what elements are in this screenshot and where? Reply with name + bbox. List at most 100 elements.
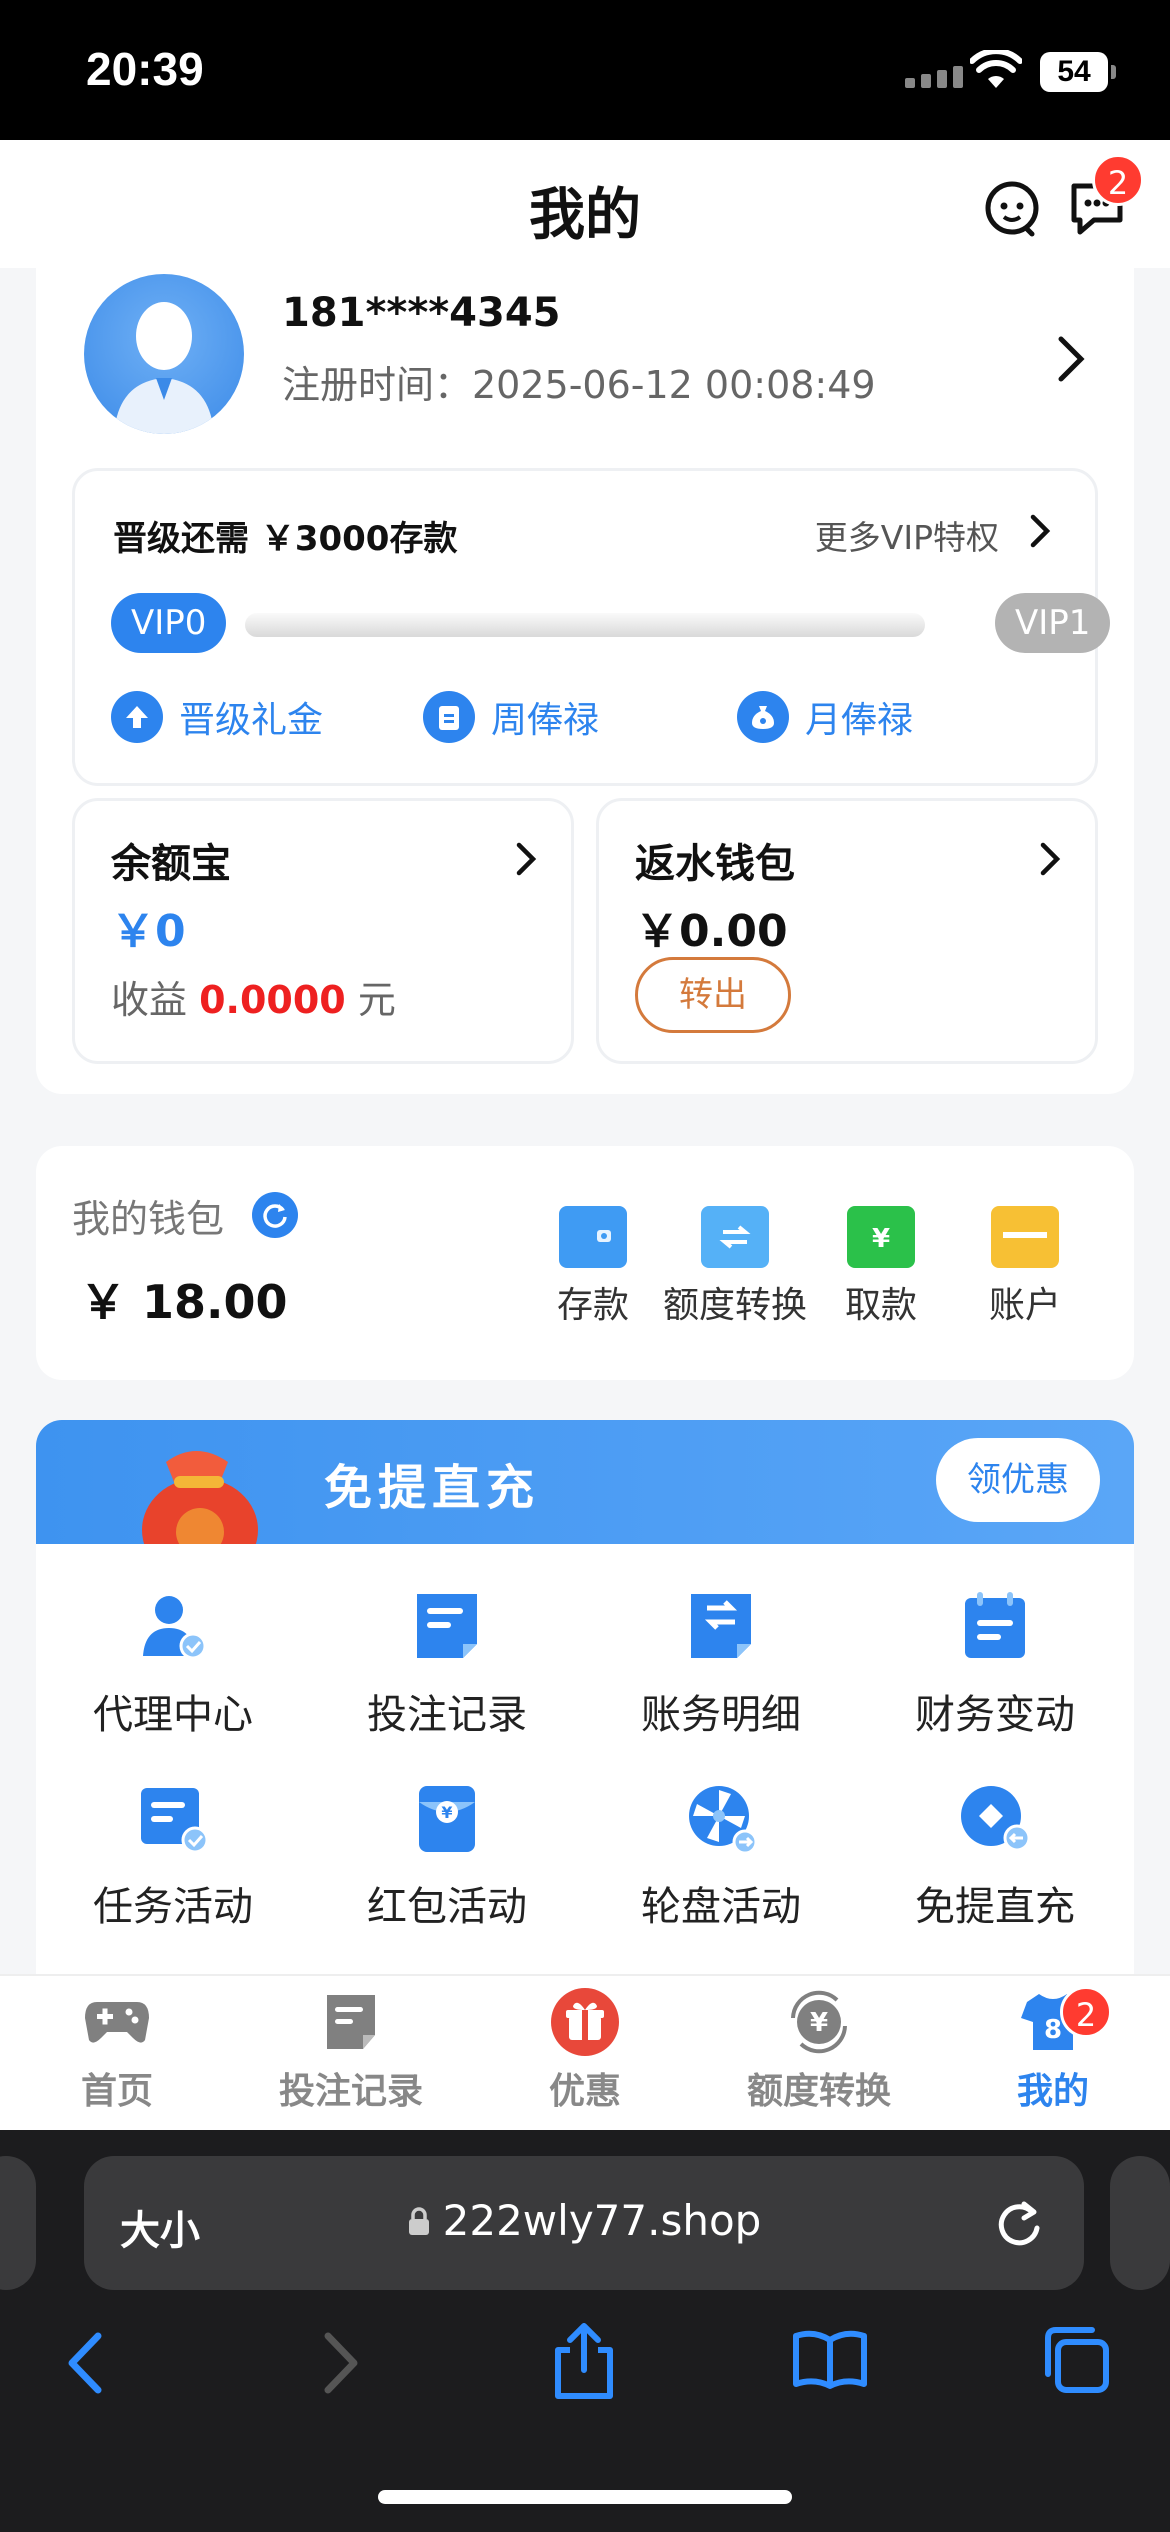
currency-exchange-icon: ¥ [783, 1988, 855, 2056]
grid-label: 财务变动 [915, 1692, 1075, 1738]
rebate-amount: ￥0.00 [635, 906, 788, 957]
customer-service-icon[interactable] [980, 176, 1044, 240]
vip-benefit-weekly[interactable]: 周俸禄 [423, 691, 599, 743]
svg-text:¥: ¥ [441, 1803, 452, 1822]
earnings-value: 0.0000 [199, 978, 346, 1022]
grid-item-agent-center[interactable]: 代理中心 [36, 1584, 310, 1740]
earnings-unit: 元 [357, 978, 396, 1022]
rebate-title: 返水钱包 [635, 841, 795, 887]
tab-transfer[interactable]: ¥ 额度转换 [702, 1988, 936, 2114]
previous-tab-peek[interactable] [0, 2156, 36, 2290]
chevron-right-icon[interactable] [1029, 513, 1051, 549]
yuebao-earnings: 收益 0.0000 元 [111, 969, 396, 1024]
wallet-icon [559, 1206, 627, 1268]
refresh-icon[interactable] [252, 1192, 298, 1238]
vip-more-privileges-link[interactable]: 更多VIP特权 [815, 511, 999, 559]
grid-item-red-packet[interactable]: ¥ 红包活动 [310, 1776, 584, 1932]
grid-item-wheel[interactable]: 轮盘活动 [584, 1776, 858, 1932]
tab-badge: 2 [1060, 1986, 1112, 2038]
deposit-button[interactable]: 存款 [518, 1206, 668, 1328]
back-icon[interactable] [64, 2330, 108, 2396]
exchange-icon [701, 1206, 769, 1268]
benefit-label: 月俸禄 [805, 700, 914, 741]
chevron-right-icon[interactable] [1056, 334, 1086, 384]
recharge-icon [953, 1776, 1037, 1860]
yen-icon: ¥ [847, 1206, 915, 1268]
lucky-bag-icon [142, 1451, 258, 1544]
url-label: 222wly77.shop [442, 2196, 762, 2245]
grid-item-free-recharge[interactable]: 免提直充 [858, 1776, 1132, 1932]
wheel-icon [679, 1776, 763, 1860]
avatar[interactable] [84, 274, 244, 434]
tab-mine[interactable]: 8 我的 [936, 1988, 1170, 2114]
tab-label: 首页 [80, 2071, 153, 2112]
vip-benefit-upgrade-gift[interactable]: 晋级礼金 [111, 691, 323, 743]
task-icon [131, 1776, 215, 1860]
action-label: 存款 [556, 1285, 629, 1326]
tab-home[interactable]: 首页 [0, 1988, 234, 2114]
red-packet-icon: ¥ [405, 1776, 489, 1860]
tab-label: 我的 [1016, 2071, 1089, 2112]
document-icon [405, 1584, 489, 1668]
browser-toolbar: 大小 222wly77.shop [0, 2130, 1170, 2532]
feature-grid: 代理中心 投注记录 账务明细 财务变动 任务活动 ¥ 红包活动 轮盘活动 免提直… [36, 1544, 1134, 1984]
reload-icon[interactable] [994, 2196, 1044, 2250]
grid-item-task-activity[interactable]: 任务活动 [36, 1776, 310, 1932]
address-bar[interactable]: 大小 222wly77.shop [84, 2156, 1084, 2290]
account-button[interactable]: 账户 [950, 1206, 1100, 1328]
battery-icon: 54 [1040, 52, 1116, 92]
bottom-tab-bar: 首页 投注记录 优惠 ¥ 额度转换 8 我的 2 [0, 1974, 1170, 2130]
grid-item-finance-changes[interactable]: 财务变动 [858, 1584, 1132, 1740]
vip-benefit-monthly[interactable]: 月俸禄 [737, 691, 913, 743]
promo-banner[interactable]: 免提直充 领优惠 [36, 1420, 1134, 1544]
wifi-icon [970, 50, 1022, 88]
share-icon[interactable] [552, 2320, 616, 2400]
grid-item-bet-records[interactable]: 投注记录 [310, 1584, 584, 1740]
card-icon [991, 1206, 1059, 1268]
profile-card: 181****4345 注册时间：2025-06-12 00:08:49 晋级还… [36, 268, 1134, 1094]
svg-text:¥: ¥ [810, 2008, 828, 2038]
transfer-button[interactable]: 额度转换 [660, 1206, 810, 1328]
ledger-icon [679, 1584, 763, 1668]
cellular-signal-icon [905, 66, 963, 88]
promo-title: 免提直充 [324, 1460, 541, 1516]
avatar-person-icon [114, 302, 214, 434]
tabs-icon[interactable] [1040, 2324, 1112, 2396]
withdraw-button[interactable]: ¥ 取款 [806, 1206, 956, 1328]
note-icon [315, 1988, 387, 2056]
vip-progress-box: 晋级还需 ￥3000存款 更多VIP特权 VIP0 VIP1 晋级礼金 周俸禄 [72, 468, 1111, 786]
wallet-balance: ￥ 18.00 [80, 1275, 288, 1329]
tab-label: 投注记录 [278, 2071, 423, 2112]
grid-label: 红包活动 [367, 1884, 527, 1930]
app-content: 我的 2 181****4345 注册时间：2025-06-12 00:08:4… [0, 140, 1170, 2130]
bookmarks-icon[interactable] [792, 2328, 868, 2392]
yuebao-amount: ￥0 [111, 906, 186, 957]
action-label: 额度转换 [662, 1285, 807, 1326]
username: 181****4345 [282, 290, 561, 336]
benefit-label: 周俸禄 [491, 700, 600, 741]
grid-label: 投注记录 [367, 1692, 527, 1738]
claim-offer-button[interactable]: 领优惠 [936, 1438, 1100, 1522]
yuebao-card[interactable]: 余额宝 ￥0 收益 0.0000 元 [72, 798, 574, 1064]
wallet-label: 我的钱包 [72, 1197, 225, 1241]
tab-promotions[interactable]: 优惠 [468, 1988, 702, 2114]
benefit-label: 晋级礼金 [179, 700, 324, 741]
agent-icon [131, 1584, 215, 1668]
home-indicator [378, 2490, 792, 2504]
status-bar: 20:39 54 [0, 0, 1170, 140]
svg-text:8: 8 [1044, 2015, 1062, 2045]
url-text: 222wly77.shop [84, 2196, 1084, 2245]
tab-label: 优惠 [548, 2071, 621, 2112]
next-tab-peek[interactable] [1110, 2156, 1170, 2290]
rebate-wallet-card[interactable]: 返水钱包 ￥0.00 转出 [596, 798, 1098, 1064]
transfer-out-button[interactable]: 转出 [635, 957, 791, 1033]
grid-label: 账务明细 [641, 1692, 801, 1738]
vip-current-level: VIP0 [111, 593, 227, 653]
wallet-card: 我的钱包 ￥ 18.00 存款 额度转换 ¥ 取款 账户 [36, 1146, 1134, 1380]
forward-icon[interactable] [318, 2330, 362, 2396]
earnings-label: 收益 [111, 978, 188, 1022]
tab-bet-records[interactable]: 投注记录 [234, 1988, 468, 2114]
vip-next-level: VIP1 [995, 593, 1111, 653]
grid-item-account-details[interactable]: 账务明细 [584, 1584, 858, 1740]
vip-upgrade-requirement: 晋级还需 ￥3000存款 [113, 519, 458, 559]
